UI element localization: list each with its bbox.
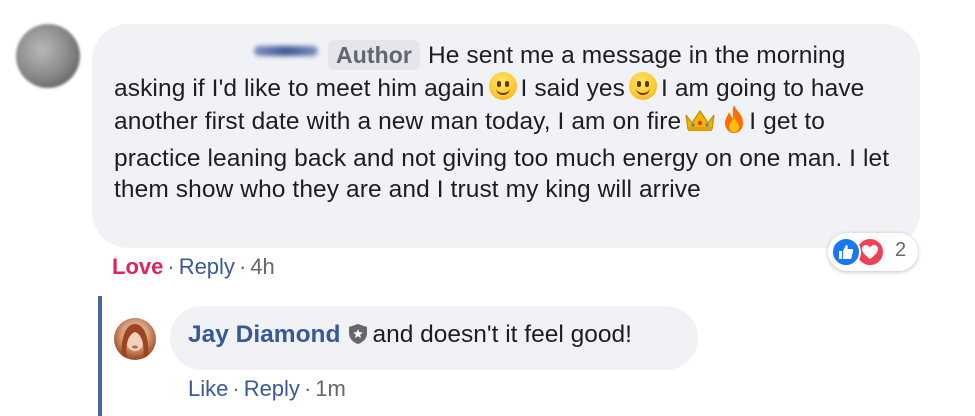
smiley-emoji-icon	[488, 71, 517, 100]
smiley-emoji-icon	[629, 71, 658, 100]
reply-link[interactable]: Reply	[244, 376, 300, 401]
separator-dot: ·	[232, 376, 240, 401]
reply-avatar-image	[121, 324, 149, 358]
reply-bubble: Jay Diamond and doesn't it feel good!	[170, 306, 698, 370]
fire-emoji-icon	[721, 104, 747, 143]
separator-dot: ·	[167, 254, 175, 279]
reply-actions: Like · Reply · 1m	[188, 376, 346, 402]
comment-text-part3: I said yes	[520, 74, 626, 102]
reply-thread-line	[98, 296, 102, 416]
commenter-avatar[interactable]	[16, 24, 80, 88]
comment-text-line1: He sent me a message in the	[427, 42, 750, 69]
separator-dot: ·	[303, 376, 312, 401]
comment-bubble: Author He sent me a message in the mornin…	[92, 24, 920, 248]
reply-link[interactable]: Reply	[179, 254, 235, 279]
separator-dot: ·	[238, 254, 247, 279]
author-badge: Author	[328, 40, 420, 70]
like-link[interactable]: Like	[188, 376, 228, 401]
reply-avatar[interactable]	[114, 318, 156, 360]
reply-timestamp[interactable]: 1m	[315, 376, 346, 401]
like-reaction-icon	[831, 237, 861, 267]
love-action-link[interactable]: Love	[112, 254, 163, 279]
comment-actions: Love · Reply · 4h	[112, 254, 275, 280]
reply-text: and doesn't it feel good!	[372, 321, 632, 348]
comment-timestamp[interactable]: 4h	[250, 254, 274, 279]
reply-author-name[interactable]: Jay Diamond	[188, 321, 341, 348]
shield-icon	[347, 323, 369, 352]
crown-emoji-icon	[683, 107, 717, 142]
reaction-summary[interactable]: 2	[828, 233, 918, 271]
reaction-count: 2	[895, 239, 907, 261]
commenter-name-blurred[interactable]	[254, 46, 318, 56]
comment-text: Author He sent me a message in the mornin…	[114, 40, 896, 206]
